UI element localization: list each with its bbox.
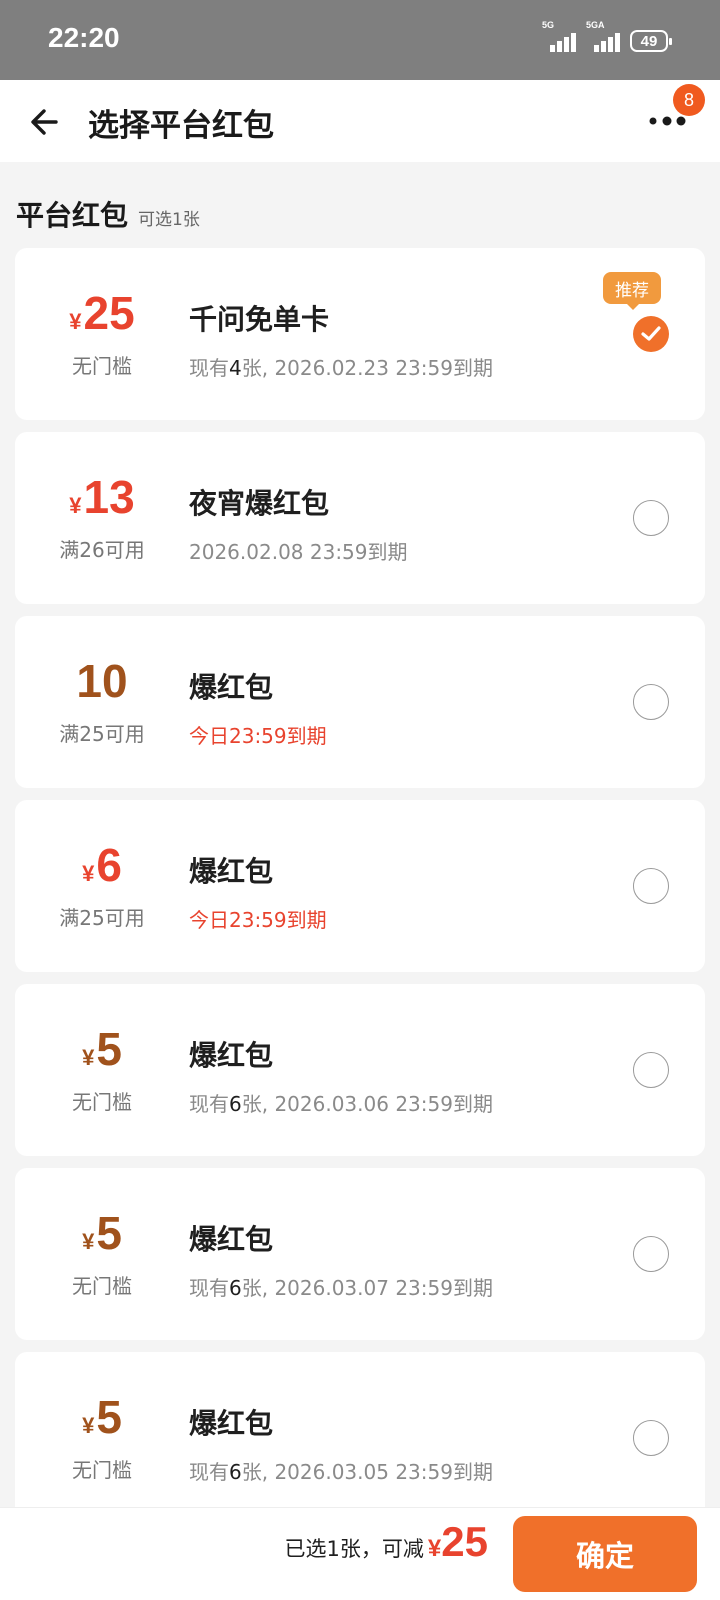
coupon-amount: ¥25 xyxy=(15,286,189,340)
currency-symbol: ¥ xyxy=(69,309,82,334)
coupon-card[interactable]: ¥25 无门槛 千问免单卡 现有4张, 2026.02.23 23:59到期 推… xyxy=(15,248,705,420)
coupon-amount: ¥5 xyxy=(15,1206,189,1260)
expiry-date: 张, 2026.03.05 23:59到期 xyxy=(241,1460,493,1484)
expiry-date: 张, 2026.03.07 23:59到期 xyxy=(241,1276,493,1300)
expiry-count: 6 xyxy=(229,1460,242,1484)
currency-symbol: ¥ xyxy=(82,1413,95,1438)
coupon-card[interactable]: ¥5 无门槛 爆红包 现有6张, 2026.03.07 23:59到期 xyxy=(15,1168,705,1340)
coupon-amount: ¥13 xyxy=(15,470,189,524)
expiry-date: 张, 2026.02.23 23:59到期 xyxy=(241,356,493,380)
amount-value: 10 xyxy=(76,655,128,707)
coupon-condition: 无门槛 xyxy=(72,1090,132,1114)
confirm-button[interactable]: 确定 xyxy=(513,1516,697,1592)
coupon-card[interactable]: ¥5 无门槛 爆红包 现有6张, 2026.03.05 23:59到期 xyxy=(15,1352,705,1524)
expiry-prefix: 现有 xyxy=(189,1276,229,1300)
coupon-condition: 无门槛 xyxy=(72,1458,132,1482)
section-subtitle: 可选1张 xyxy=(138,210,200,230)
expiry-prefix: 现有 xyxy=(189,356,229,380)
coupon-select-radio[interactable] xyxy=(633,316,669,352)
checkmark-icon xyxy=(641,326,661,341)
coupon-amount-column: ¥5 无门槛 xyxy=(15,1352,189,1524)
coupon-select-radio[interactable] xyxy=(633,1236,669,1272)
expiry-prefix: 现有 xyxy=(189,1092,229,1116)
expiry-count: 4 xyxy=(229,356,242,380)
coupon-expiry: 现有6张, 2026.03.06 23:59到期 xyxy=(189,1088,493,1117)
coupon-condition: 满26可用 xyxy=(59,538,145,562)
coupon-amount-column: ¥5 无门槛 xyxy=(15,1168,189,1340)
currency-symbol: ¥ xyxy=(82,1045,95,1070)
recommend-tag: 推荐 xyxy=(603,272,661,310)
coupon-card[interactable]: ¥5 无门槛 爆红包 现有6张, 2026.03.06 23:59到期 xyxy=(15,984,705,1156)
coupon-name: 爆红包 xyxy=(189,855,274,888)
expiry-count: 6 xyxy=(229,1092,242,1116)
bottom-action-bar: 已选1张，可减 ¥ 25 确定 xyxy=(0,1508,720,1600)
status-time: 22:20 xyxy=(48,22,120,53)
summary-amount: 25 xyxy=(441,1518,488,1565)
coupon-card[interactable]: ¥13 满26可用 夜宵爆红包 2026.02.08 23:59到期 xyxy=(15,432,705,604)
coupon-amount-column: ¥25 无门槛 xyxy=(15,248,189,420)
expiry-count: 6 xyxy=(229,1276,242,1300)
coupon-expiry: 2026.02.08 23:59到期 xyxy=(189,540,408,564)
notification-badge: 8 xyxy=(673,84,705,116)
nav-bar: 选择平台红包 xyxy=(0,80,720,162)
coupon-amount-column: ¥6 满25可用 xyxy=(15,800,189,972)
status-bar: 22:20 5G 5GA 49 xyxy=(0,0,720,80)
coupon-name: 爆红包 xyxy=(189,1407,274,1440)
coupon-condition: 无门槛 xyxy=(72,354,132,378)
status-icons: 5G 5GA 49 xyxy=(542,20,672,52)
currency-symbol: ¥ xyxy=(69,493,82,518)
expiry-date: 张, 2026.03.06 23:59到期 xyxy=(241,1092,493,1116)
coupon-expiry: 今日23:59到期 xyxy=(189,908,327,932)
currency-symbol: ¥ xyxy=(82,861,95,886)
coupon-select-radio[interactable] xyxy=(633,868,669,904)
summary-text: 已选1张，可减 xyxy=(284,1537,424,1561)
section-header: 平台红包 可选1张 xyxy=(16,194,200,234)
coupon-expiry: 现有6张, 2026.03.05 23:59到期 xyxy=(189,1456,493,1485)
coupon-condition: 无门槛 xyxy=(72,1274,132,1298)
signal-5ga-label: 5GA xyxy=(586,20,605,30)
section-title: 平台红包 xyxy=(16,199,129,232)
expiry-prefix: 现有 xyxy=(189,1460,229,1484)
coupon-select-radio[interactable] xyxy=(633,1052,669,1088)
coupon-select-radio[interactable] xyxy=(633,684,669,720)
page-title: 选择平台红包 xyxy=(88,108,274,144)
battery-icon: 49 xyxy=(630,30,672,52)
coupon-amount: ¥5 xyxy=(15,1022,189,1076)
summary-currency: ¥ xyxy=(427,1535,442,1562)
coupon-amount: 10 xyxy=(15,654,189,708)
signal-5ga-icon: 5GA xyxy=(586,20,620,52)
coupon-amount-column: ¥13 满26可用 xyxy=(15,432,189,604)
coupon-amount: ¥6 xyxy=(15,838,189,892)
signal-5g-icon: 5G xyxy=(542,20,576,52)
coupon-amount-column: ¥5 无门槛 xyxy=(15,984,189,1156)
coupon-name: 夜宵爆红包 xyxy=(189,487,330,520)
selection-summary: 已选1张，可减 ¥ 25 xyxy=(285,1518,488,1566)
amount-value: 5 xyxy=(96,1023,122,1075)
coupon-condition: 满25可用 xyxy=(59,722,145,746)
coupon-expiry: 现有4张, 2026.02.23 23:59到期 xyxy=(189,352,493,381)
coupon-name: 爆红包 xyxy=(189,1039,274,1072)
coupon-select-radio[interactable] xyxy=(633,1420,669,1456)
coupon-name: 爆红包 xyxy=(189,671,274,704)
amount-value: 6 xyxy=(96,839,122,891)
amount-value: 5 xyxy=(96,1207,122,1259)
coupon-select-radio[interactable] xyxy=(633,500,669,536)
signal-5g-label: 5G xyxy=(542,20,555,30)
arrow-left-icon[interactable] xyxy=(26,102,66,142)
amount-value: 5 xyxy=(96,1391,122,1443)
amount-value: 25 xyxy=(83,287,135,339)
coupon-card[interactable]: ¥6 满25可用 爆红包 今日23:59到期 xyxy=(15,800,705,972)
coupon-expiry: 今日23:59到期 xyxy=(189,724,327,748)
coupon-expiry: 现有6张, 2026.03.07 23:59到期 xyxy=(189,1272,493,1301)
coupon-card[interactable]: 10 满25可用 爆红包 今日23:59到期 xyxy=(15,616,705,788)
amount-value: 13 xyxy=(83,471,135,523)
coupon-name: 千问免单卡 xyxy=(189,303,330,336)
coupon-amount-column: 10 满25可用 xyxy=(15,616,189,788)
coupon-amount: ¥5 xyxy=(15,1390,189,1444)
currency-symbol: ¥ xyxy=(82,1229,95,1254)
coupon-name: 爆红包 xyxy=(189,1223,274,1256)
coupon-condition: 满25可用 xyxy=(59,906,145,930)
